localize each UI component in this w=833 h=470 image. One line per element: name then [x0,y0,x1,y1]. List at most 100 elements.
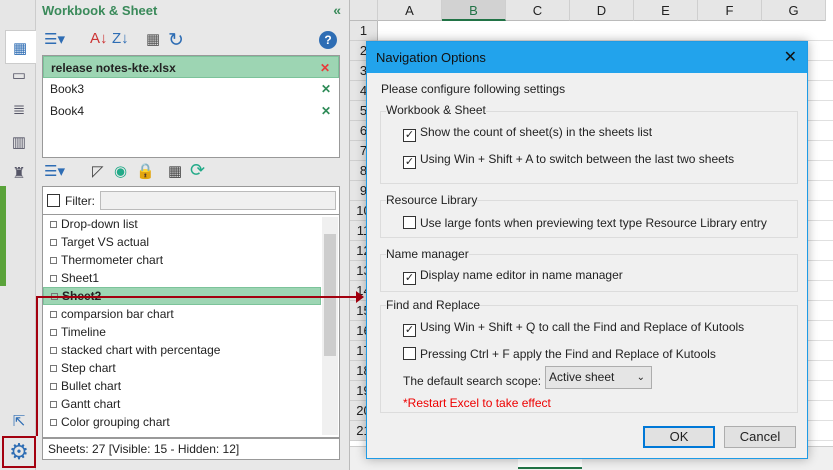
sheet-item[interactable]: Color grouping chart [43,413,321,431]
filter-label: Filter: [65,194,95,208]
group-workbook-sheet [380,111,798,184]
protect-sheet-icon[interactable]: 🔒 [136,162,155,184]
row-header[interactable]: 1 [350,21,378,41]
option-label: Using Win + Shift + A to switch between … [420,152,735,166]
close-workbook-icon[interactable]: ✕ [321,100,331,122]
option-ctrl-f[interactable]: Pressing Ctrl + F apply the Find and Rep… [403,347,716,361]
column-header[interactable]: D [570,0,634,21]
workbook-name: release notes-kte.xlsx [51,61,176,75]
checkbox-checked[interactable]: ✓ [403,156,416,169]
checkbox-checked[interactable]: ✓ [403,129,416,142]
checkbox-checked[interactable]: ✓ [403,324,416,337]
sheet-item[interactable]: Gantt chart [43,395,321,413]
cancel-button[interactable]: Cancel [724,426,796,448]
sheet-name: Gantt chart [61,397,121,411]
column-header[interactable]: F [698,0,762,21]
sheet-list-panel: Filter: Drop-down list Target VS actual … [42,186,340,438]
workbook-name: Book4 [50,104,85,118]
hide-sheet-icon[interactable]: ◸ [92,162,104,184]
help-icon[interactable]: ? [319,31,337,49]
option-label: Using Win + Shift + Q to call the Find a… [420,320,745,334]
option-win-shift-q[interactable]: ✓ Using Win + Shift + Q to call the Find … [403,320,744,337]
tab-workbook-sheet[interactable]: ▦ [5,30,36,64]
sort-ascending-icon[interactable]: A↓ [90,30,108,52]
callout-line [36,296,38,436]
group-label: Workbook & Sheet [386,103,486,117]
option-label: Pressing Ctrl + F apply the Find and Rep… [420,347,716,361]
dialog-title: Navigation Options [376,50,486,65]
sheet-list-scrollbar[interactable] [322,217,338,435]
sheet-name: Thermometer chart [61,253,164,267]
navigation-options-dialog: Navigation Options ✕ Please configure fol… [366,41,808,459]
column-header[interactable]: A [378,0,442,21]
option-show-sheet-count[interactable]: ✓ Show the count of sheet(s) in the sheet… [403,125,652,142]
sheet-item[interactable]: Target VS actual [43,233,321,251]
sheet-item[interactable]: stacked chart with percentage [43,341,321,359]
sheet-item[interactable]: Step chart [43,359,321,377]
group-label: Resource Library [386,193,478,207]
autotext-icon[interactable]: ▭ [9,66,29,84]
group-label: Find and Replace [386,298,481,312]
group-label: Name manager [386,247,469,261]
workbook-name: Book3 [50,82,85,96]
workbook-item[interactable]: Book4 ✕ [43,100,339,122]
detach-pane-icon[interactable]: ⇱ [9,412,29,430]
column-header[interactable]: G [762,0,826,21]
column-header[interactable]: B [442,0,506,21]
sheet-name: Step chart [61,361,116,375]
pane-title: Workbook & Sheet [42,3,158,18]
scrollbar-thumb[interactable] [324,234,336,356]
workbook-sheet-icon: ▦ [13,40,28,57]
checkbox-unchecked[interactable] [403,347,416,360]
sheet-count-status: Sheets: 27 [Visible: 15 - Hidden: 12] [42,438,340,460]
refresh-sheets-icon[interactable]: ⟳ [190,160,205,182]
sheet-view-menu-icon[interactable]: ☰▾ [44,162,65,184]
close-workbook-icon[interactable]: ✕ [320,57,330,79]
sheet-item[interactable]: comparsion bar chart [43,305,321,323]
collapse-pane-button[interactable]: « [333,2,341,18]
column-header[interactable]: C [506,0,570,21]
show-sheet-icon[interactable]: ◉ [114,162,127,184]
find-replace-icon[interactable]: ♜ [9,164,29,182]
sheet-item[interactable]: Thermometer chart [43,251,321,269]
dialog-titlebar: Navigation Options ✕ [367,42,807,73]
option-large-fonts[interactable]: Use large fonts when previewing text typ… [403,216,767,230]
sheet-name: Color grouping chart [61,415,170,429]
callout-arrow [36,296,358,298]
checkbox-unchecked[interactable] [403,216,416,229]
sheet-item[interactable]: Sheet1 [43,269,321,287]
option-name-editor[interactable]: ✓ Display name editor in name manager [403,268,623,285]
sheet-tools-icon[interactable]: ▦ [168,162,182,184]
search-scope-label: The default search scope: [403,374,542,388]
pane-resize-handle[interactable] [0,186,6,286]
workbook-sheet-pane: Workbook & Sheet « ☰▾ A↓ Z↓ ▦ ↻ ? releas… [36,0,350,470]
column-header[interactable]: E [634,0,698,21]
workbook-item[interactable]: release notes-kte.xlsx ✕ [43,56,339,78]
sheet-name: stacked chart with percentage [61,343,221,357]
ok-button[interactable]: OK [643,426,715,448]
select-all-corner[interactable] [350,0,378,21]
filter-input[interactable] [100,191,336,210]
sheet-item[interactable]: Drop-down list [43,215,321,233]
sheet-name: comparsion bar chart [61,307,174,321]
view-menu-icon[interactable]: ☰▾ [44,30,65,52]
sheet-settings-icon[interactable]: ▦ [146,30,160,52]
sheet-item[interactable]: Bullet chart [43,377,321,395]
close-icon[interactable]: ✕ [784,42,797,73]
name-manager-icon[interactable]: ≣ [9,100,29,118]
workbook-list: release notes-kte.xlsx ✕ Book3 ✕ Book4 ✕ [42,55,340,158]
column-list-icon[interactable]: ▥ [9,133,29,151]
workbook-item[interactable]: Book3 ✕ [43,78,339,100]
checkbox-checked[interactable]: ✓ [403,272,416,285]
settings-gear-icon[interactable]: ⚙ [2,436,36,468]
filter-row: Filter: [43,187,339,215]
refresh-icon[interactable]: ↻ [168,29,184,51]
close-workbook-icon[interactable]: ✕ [321,78,331,100]
option-label: Use large fonts when previewing text typ… [420,216,767,230]
option-switch-last-sheets[interactable]: ✓ Using Win + Shift + A to switch between… [403,152,734,169]
sheet-item[interactable]: Timeline [43,323,321,341]
search-scope-select[interactable]: Active sheet ⌄ [545,366,652,389]
filter-checkbox[interactable] [47,194,60,207]
dialog-intro: Please configure following settings [381,82,566,96]
sort-descending-icon[interactable]: Z↓ [112,30,129,52]
